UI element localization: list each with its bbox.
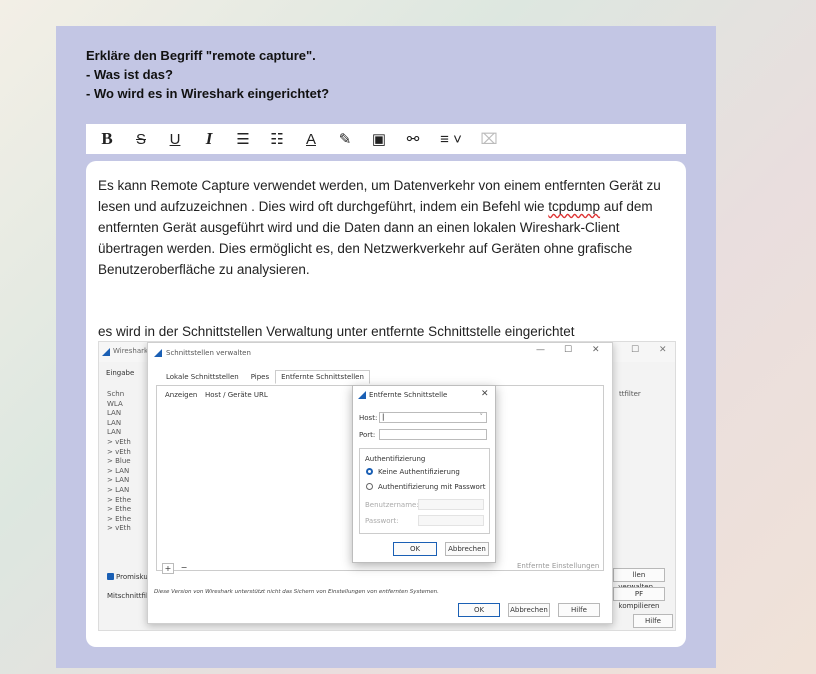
list-item: > Ethe <box>107 514 132 523</box>
dialog-help-button: Hilfe <box>558 603 600 617</box>
align-dropdown-button[interactable]: ≡ ˅ <box>436 128 466 150</box>
no-auth-radio <box>366 468 373 475</box>
numbered-list-button[interactable]: ☷ <box>266 128 288 150</box>
close-icon: ✕ <box>659 345 667 355</box>
tab-local-interfaces: Lokale Schnittstellen <box>166 373 239 381</box>
bold-button[interactable]: B <box>96 128 118 150</box>
add-icon: + <box>162 563 174 574</box>
password-auth-radio <box>366 483 373 490</box>
answer-editor[interactable]: Es kann Remote Capture verwendet werden,… <box>86 161 686 647</box>
inner-cancel-button: Abbrechen <box>445 542 489 556</box>
close-icon: ✕ <box>481 389 489 399</box>
host-label: Host: <box>359 414 378 422</box>
no-auth-label: Keine Authentifizierung <box>378 468 460 476</box>
underline-button[interactable]: U <box>164 128 186 150</box>
prompt-line-2: - Was ist das? <box>86 67 173 82</box>
capture-filter-column: ttfilter <box>619 390 641 398</box>
promisc-checkbox <box>107 573 114 580</box>
misspelled-word: tcpdump <box>548 199 601 214</box>
clear-format-icon[interactable]: ⌧ <box>478 128 500 150</box>
promisc-label: Promisku <box>116 573 148 581</box>
chevron-down-icon: ˅ <box>479 413 484 421</box>
dialog-note: Diese Version von Wireshark unterstützt … <box>154 589 439 595</box>
column-host: Host / Geräte URL <box>205 391 268 399</box>
dialog-cancel-button: Abbrechen <box>508 603 550 617</box>
highlight-pen-button[interactable]: ✎ <box>334 128 356 150</box>
list-item: LAN <box>107 428 122 437</box>
host-input: | ˅ <box>379 412 487 423</box>
list-item: > Blue <box>107 457 131 466</box>
compile-bpf-button: PF kompilieren <box>613 587 665 610</box>
maximize-icon: ☐ <box>564 345 573 355</box>
list-item: > LAN <box>107 466 130 475</box>
manage-interfaces-button: llen verwalten... <box>613 568 665 591</box>
manage-interfaces-dialog: Schnittstellen verwalten — ☐ ✕ Lokale Sc… <box>147 342 613 624</box>
bg-help-button: Hilfe <box>633 614 673 628</box>
insert-image-button[interactable]: ▣ <box>368 128 390 150</box>
capture-filter-label: Mitschnittfilt <box>107 592 151 600</box>
italic-button[interactable]: I <box>198 128 220 150</box>
maximize-icon: ☐ <box>631 345 640 355</box>
list-item: > vEth <box>107 437 131 446</box>
list-item: LAN <box>107 409 122 418</box>
password-input <box>418 515 484 526</box>
close-icon: ✕ <box>592 345 600 355</box>
user-prompt: Erkläre den Begriff "remote capture". - … <box>86 46 686 103</box>
authentication-label: Authentifizierung <box>365 455 426 463</box>
port-input <box>379 429 487 440</box>
embedded-screenshot: Wireshark · ☐ ✕ Eingabe Schn WLA LAN LAN… <box>98 341 676 631</box>
list-item: LAN <box>107 418 122 427</box>
minimize-icon: — <box>536 345 545 355</box>
list-item: > vEth <box>107 524 131 533</box>
tab-pipes: Pipes <box>250 373 270 381</box>
list-item: Schn <box>107 390 125 398</box>
text-cursor-icon: | <box>382 413 385 421</box>
dialog-title: Schnittstellen verwalten <box>166 349 251 357</box>
dialog-ok-button: OK <box>458 603 500 617</box>
inner-dialog-title: Entfernte Schnittstelle <box>369 391 448 399</box>
remote-interface-dialog: Entfernte Schnittstelle ✕ Host: | ˅ Port… <box>352 385 496 563</box>
tab-remote-interfaces: Entfernte Schnittstellen <box>275 370 370 384</box>
remove-icon: − <box>180 563 188 572</box>
prompt-line-1: Erkläre den Begriff "remote capture". <box>86 48 316 63</box>
password-auth-label: Authentifizierung mit Passwort <box>378 483 486 491</box>
list-item: WLA <box>107 399 123 408</box>
column-show: Anzeigen <box>165 391 198 399</box>
username-label: Benutzername: <box>365 501 419 509</box>
password-label: Passwort: <box>365 517 399 525</box>
list-item: > LAN <box>107 476 130 485</box>
list-item: > vEth <box>107 447 131 456</box>
strikethrough-button[interactable]: S <box>130 128 152 150</box>
answer-paragraph-1: Es kann Remote Capture verwendet werden,… <box>98 175 676 280</box>
wireshark-logo-icon <box>154 349 162 357</box>
text-color-button[interactable]: A <box>300 128 322 150</box>
formatting-toolbar: B S U I ☰ ☷ A ✎ ▣ ⚯ ≡ ˅ ⌧ <box>86 124 686 154</box>
prompt-line-3: - Wo wird es in Wireshark eingerichtet? <box>86 86 330 101</box>
dialog-tabs: Lokale Schnittstellen Pipes Entfernte Sc… <box>160 370 370 384</box>
answer-paragraph-2: es wird in der Schnittstellen Verwaltung… <box>98 324 575 339</box>
list-item: > Ethe <box>107 505 132 514</box>
list-item: > LAN <box>107 485 130 494</box>
inner-ok-button: OK <box>393 542 437 556</box>
interface-list: Schn WLA LAN LAN LAN > vEth > vEth > Blu… <box>107 390 147 534</box>
username-input <box>418 499 484 510</box>
insert-link-button[interactable]: ⚯ <box>402 128 424 150</box>
remote-settings-button: Entfernte Einstellungen <box>517 562 600 570</box>
bullet-list-button[interactable]: ☰ <box>232 128 254 150</box>
tab-eingabe: Eingabe <box>106 369 135 377</box>
wireshark-logo-icon <box>358 391 366 399</box>
port-label: Port: <box>359 431 376 439</box>
authentication-group: Authentifizierung Keine Authentifizierun… <box>359 448 490 534</box>
chat-panel: Erkläre den Begriff "remote capture". - … <box>56 26 716 668</box>
list-item: > Ethe <box>107 495 132 504</box>
